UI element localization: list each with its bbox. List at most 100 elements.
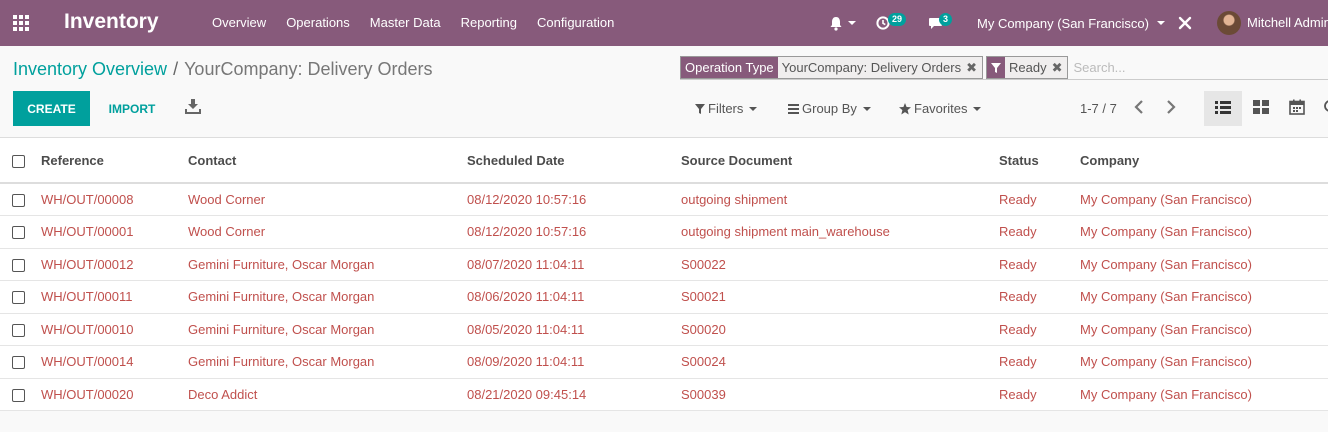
cell-contact: Gemini Furniture, Oscar Morgan	[188, 313, 467, 346]
chevron-down-icon	[973, 106, 982, 111]
user-name[interactable]: Mitchell Admin	[1247, 0, 1328, 46]
remove-facet-icon[interactable]: ✖	[965, 57, 982, 78]
breadcrumb-parent[interactable]: Inventory Overview	[13, 59, 167, 79]
kanban-view-button[interactable]	[1242, 91, 1280, 126]
breadcrumb: Inventory Overview / YourCompany: Delivery…	[13, 59, 433, 80]
star-icon	[899, 102, 911, 115]
row-checkbox[interactable]	[12, 356, 25, 370]
column-reference[interactable]: Reference	[41, 138, 188, 184]
cell-status: Ready	[999, 378, 1080, 411]
cell-status: Ready	[999, 313, 1080, 346]
download-icon	[185, 99, 201, 117]
cell-source-document: outgoing shipment	[681, 183, 999, 216]
menu-master-data[interactable]: Master Data	[360, 0, 451, 46]
cell-contact: Gemini Furniture, Oscar Morgan	[188, 345, 467, 379]
cell-company: My Company (San Francisco)	[1080, 248, 1328, 281]
menu-reporting[interactable]: Reporting	[451, 0, 527, 46]
cell-reference: WH/OUT/00020	[41, 378, 188, 411]
apps-menu-icon[interactable]	[13, 15, 31, 31]
cell-scheduled-date: 08/12/2020 10:57:16	[467, 183, 681, 216]
filters-dropdown[interactable]: Filters	[695, 91, 758, 126]
activities-button[interactable]	[876, 0, 890, 46]
table-row[interactable]: WH/OUT/00008 Wood Corner 08/12/2020 10:5…	[0, 183, 1328, 216]
cell-status: Ready	[999, 183, 1080, 216]
row-checkbox[interactable]	[12, 388, 25, 402]
column-contact[interactable]: Contact	[188, 138, 467, 184]
row-select-cell	[0, 313, 41, 346]
row-select-cell	[0, 248, 41, 281]
column-scheduled-date[interactable]: Scheduled Date	[467, 138, 681, 184]
row-select-cell	[0, 378, 41, 411]
cell-company: My Company (San Francisco)	[1080, 313, 1328, 346]
activities-count-badge: 29	[888, 13, 907, 26]
debug-tools-button[interactable]	[1178, 0, 1192, 46]
chevron-down-icon	[1156, 21, 1165, 25]
row-checkbox[interactable]	[12, 194, 25, 208]
pager-value[interactable]: 1-7 / 7	[1080, 91, 1117, 126]
main-menu: Overview Operations Master Data Reportin…	[202, 0, 624, 46]
cell-source-document: S00024	[681, 345, 999, 379]
menu-overview[interactable]: Overview	[202, 0, 276, 46]
search-facet-operation-type: Operation Type YourCompany: Delivery Ord…	[680, 56, 983, 79]
cell-source-document: S00039	[681, 378, 999, 411]
pager-previous-button[interactable]	[1129, 98, 1149, 118]
import-button[interactable]: IMPORT	[97, 91, 167, 126]
bell-icon	[829, 16, 843, 31]
breadcrumb-separator: /	[173, 59, 179, 79]
app-title[interactable]: Inventory	[64, 10, 159, 34]
cell-scheduled-date: 08/06/2020 11:04:11	[467, 280, 681, 314]
filter-icon	[987, 57, 1005, 78]
calendar-view-button[interactable]	[1278, 91, 1316, 126]
notifications-button[interactable]	[829, 0, 856, 46]
chevron-down-icon	[848, 21, 856, 25]
row-checkbox[interactable]	[12, 258, 25, 272]
favorites-label: Favorites	[914, 101, 968, 116]
select-all-checkbox[interactable]	[12, 154, 25, 168]
row-checkbox[interactable]	[12, 291, 25, 305]
table-row[interactable]: WH/OUT/00011 Gemini Furniture, Oscar Mor…	[0, 280, 1328, 314]
row-select-cell	[0, 215, 41, 249]
table-row[interactable]: WH/OUT/00010 Gemini Furniture, Oscar Mor…	[0, 313, 1328, 346]
remove-facet-icon[interactable]: ✖	[1050, 57, 1068, 78]
table-row[interactable]: WH/OUT/00020 Deco Addict 08/21/2020 09:4…	[0, 378, 1328, 411]
cell-reference: WH/OUT/00012	[41, 248, 188, 281]
menu-configuration[interactable]: Configuration	[527, 0, 624, 46]
list-icon	[788, 103, 799, 114]
row-checkbox[interactable]	[12, 226, 25, 240]
cell-contact: Deco Addict	[188, 378, 467, 411]
cell-company: My Company (San Francisco)	[1080, 378, 1328, 411]
search-facet-filter: Ready ✖	[986, 56, 1069, 79]
pivot-view-button[interactable]	[1316, 91, 1328, 126]
table-row[interactable]: WH/OUT/00012 Gemini Furniture, Oscar Mor…	[0, 248, 1328, 281]
cell-status: Ready	[999, 280, 1080, 314]
cell-contact: Gemini Furniture, Oscar Morgan	[188, 280, 467, 314]
cell-reference: WH/OUT/00008	[41, 183, 188, 216]
row-select-cell	[0, 183, 41, 216]
page-title: YourCompany: Delivery Orders	[184, 59, 433, 79]
search-input[interactable]	[1071, 56, 1328, 79]
cell-reference: WH/OUT/00014	[41, 345, 188, 379]
cell-source-document: S00022	[681, 248, 999, 281]
favorites-dropdown[interactable]: Favorites	[899, 91, 982, 126]
chevron-right-icon	[1166, 99, 1176, 117]
column-source-document[interactable]: Source Document	[681, 138, 999, 184]
cell-company: My Company (San Francisco)	[1080, 215, 1328, 249]
company-switcher[interactable]: My Company (San Francisco)	[977, 0, 1165, 46]
table-row[interactable]: WH/OUT/00001 Wood Corner 08/12/2020 10:5…	[0, 215, 1328, 249]
avatar[interactable]	[1217, 11, 1241, 35]
pager-next-button[interactable]	[1161, 98, 1181, 118]
messages-count-badge: 3	[939, 13, 953, 26]
facet-value: YourCompany: Delivery Orders	[777, 57, 966, 78]
menu-operations[interactable]: Operations	[276, 0, 360, 46]
download-button[interactable]	[180, 98, 206, 118]
company-name: My Company (San Francisco)	[977, 15, 1149, 31]
column-company[interactable]: Company	[1080, 138, 1328, 184]
list-view-button[interactable]	[1204, 91, 1242, 126]
column-status[interactable]: Status	[999, 138, 1080, 184]
row-checkbox[interactable]	[12, 323, 25, 337]
create-button[interactable]: CREATE	[13, 91, 90, 126]
table-row[interactable]: WH/OUT/00014 Gemini Furniture, Oscar Mor…	[0, 345, 1328, 379]
table-header-row: Reference Contact Scheduled Date Source …	[0, 138, 1328, 184]
group-by-dropdown[interactable]: Group By	[788, 91, 871, 126]
filters-label: Filters	[708, 101, 744, 116]
